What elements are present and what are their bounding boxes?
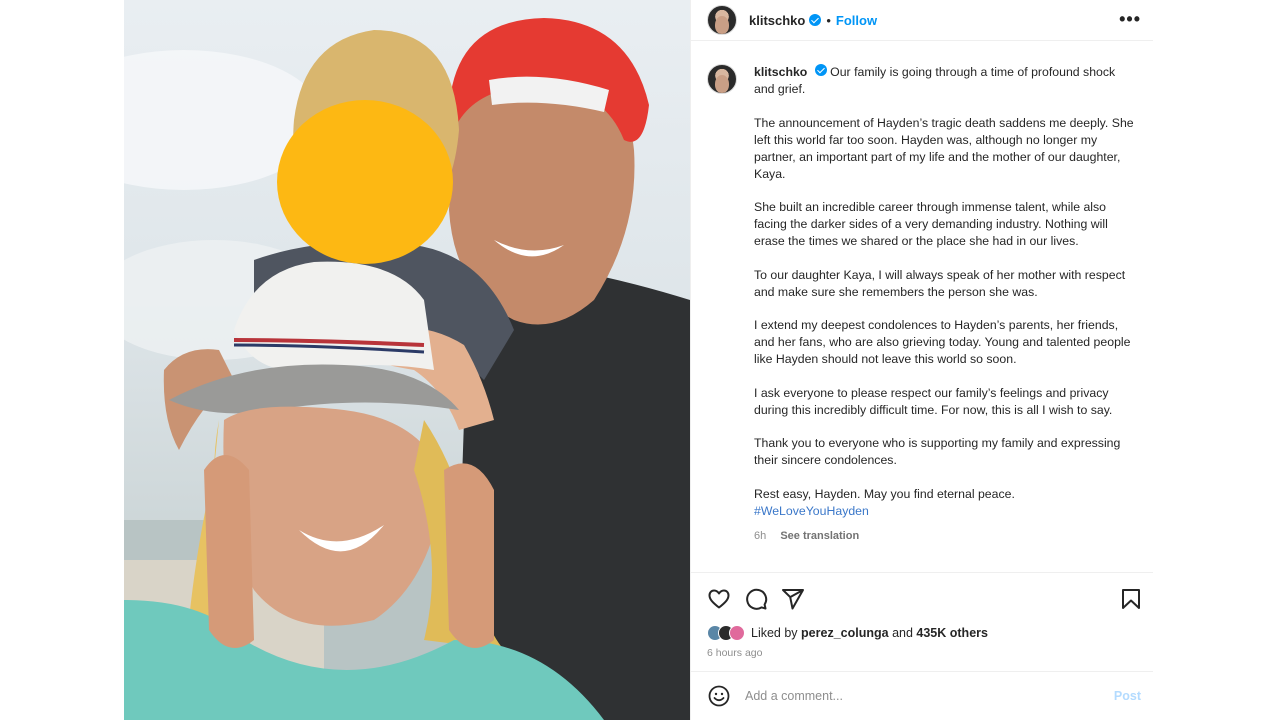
verified-badge-icon (809, 14, 822, 26)
caption-time: 6h (754, 530, 767, 542)
post-actions: Liked by perez_colunga and 435K others 6… (691, 572, 1153, 670)
caption-paragraph-1: klitschko Our family is going through a … (754, 64, 1134, 98)
caption-text: klitschko Our family is going through a … (754, 64, 1134, 545)
caption-verified-badge-icon (814, 64, 827, 76)
caption-author-username[interactable]: klitschko (754, 65, 807, 79)
caption-section: klitschko Our family is going through a … (691, 42, 1153, 572)
caption-paragraph-2: The announcement of Hayden’s tragic deat… (754, 115, 1134, 181)
caption-meta: 6h See translation (754, 528, 1134, 545)
caption-text-8: Rest easy, Hayden. May you find eternal … (754, 486, 1015, 501)
caption-paragraph-3: She built an incredible career through i… (754, 200, 1108, 248)
see-translation-button[interactable]: See translation (780, 530, 859, 542)
photo-illustration (124, 18, 690, 720)
caption-paragraph-7: Thank you to everyone who is supporting … (754, 436, 1121, 467)
post-photo[interactable] (124, 0, 690, 720)
liked-by-user[interactable]: perez_colunga (801, 626, 889, 640)
comment-icon[interactable] (744, 587, 768, 611)
caption-row: klitschko Our family is going through a … (707, 64, 1137, 545)
caption-paragraph-5: I extend my deepest condolences to Hayde… (754, 318, 1131, 366)
comment-input[interactable] (745, 689, 1085, 703)
post-time-ago: 6 hours ago (707, 647, 763, 659)
caption-text-1: Our family is going through a time of pr… (754, 65, 1116, 96)
comment-box: Post (691, 671, 1153, 720)
hashtag-link[interactable]: #WeLoveYouHayden (754, 503, 1134, 520)
post-comment-button[interactable]: Post (1114, 689, 1141, 703)
post-details-panel: klitschko • Follow ••• klitschko Our fam… (690, 0, 1153, 720)
caption-paragraph-8: Rest easy, Hayden. May you find eternal … (754, 486, 1134, 520)
liker-avatars (707, 625, 745, 641)
caption-author-avatar[interactable] (707, 64, 737, 94)
liker-avatar-3 (729, 625, 745, 641)
author-avatar[interactable] (707, 5, 737, 35)
heart-icon[interactable] (707, 587, 731, 611)
separator-dot: • (826, 12, 831, 28)
action-icons (707, 587, 805, 611)
and-label: and (892, 626, 913, 640)
caption-paragraph-6: I ask everyone to please respect our fam… (754, 385, 1113, 417)
follow-button[interactable]: Follow (836, 13, 877, 28)
caption-paragraph-4: To our daughter Kaya, I will always spea… (754, 267, 1126, 299)
author-username[interactable]: klitschko (749, 13, 805, 28)
emoji-icon[interactable] (707, 684, 731, 708)
share-icon[interactable] (781, 587, 805, 611)
liked-by-prefix: Liked by (751, 626, 798, 640)
likes-count[interactable]: 435K others (916, 626, 988, 640)
likes-summary[interactable]: Liked by perez_colunga and 435K others (707, 625, 988, 641)
instagram-post-modal: klitschko • Follow ••• klitschko Our fam… (0, 0, 1280, 720)
post-header: klitschko • Follow ••• (691, 0, 1153, 41)
bookmark-icon[interactable] (1119, 587, 1143, 611)
more-options-icon[interactable]: ••• (1119, 10, 1141, 28)
